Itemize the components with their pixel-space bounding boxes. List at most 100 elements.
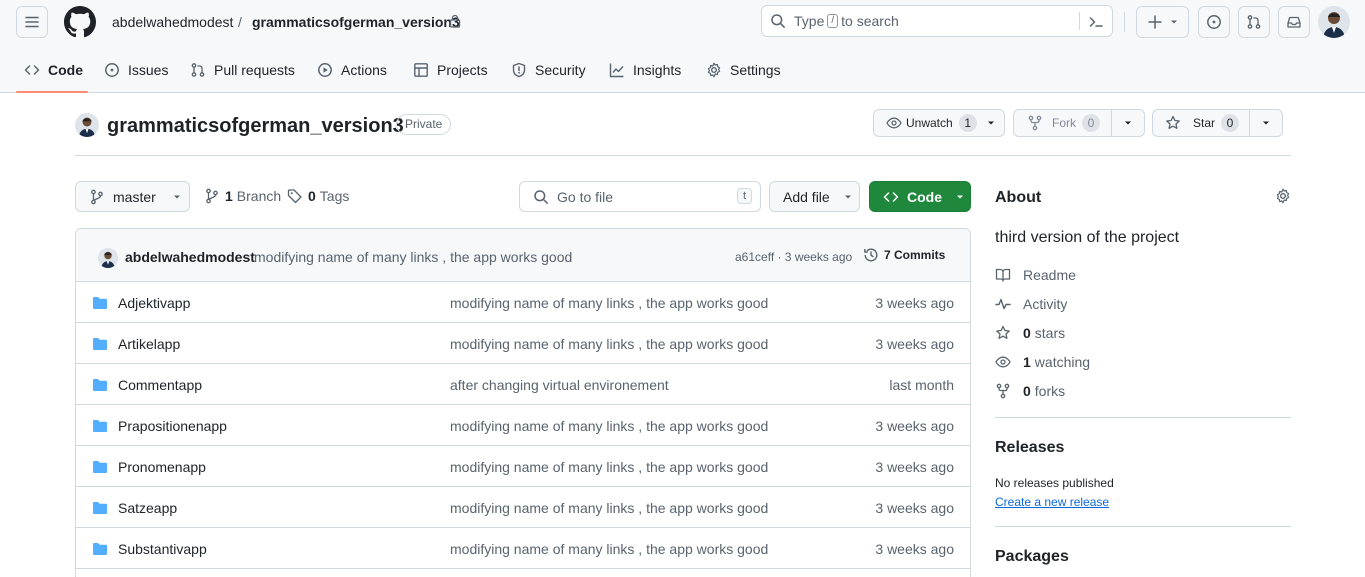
avatar[interactable] — [1318, 6, 1350, 38]
file-commit-date: 3 weeks ago — [875, 336, 954, 352]
fork-button[interactable]: Fork 0 — [1013, 109, 1145, 137]
branch-count-link[interactable]: 1 Branch — [205, 188, 281, 204]
branch-selector[interactable]: master — [75, 181, 190, 212]
commit-message[interactable]: modifying name of many links , the app w… — [254, 249, 572, 265]
go-to-file-input[interactable]: Go to file t — [519, 181, 761, 212]
tab-settings[interactable]: Settings — [706, 55, 781, 85]
breadcrumb-repo[interactable]: grammaticsofgerman_version3 — [252, 14, 460, 30]
shield-icon — [512, 62, 526, 78]
tab-actions[interactable]: Actions — [317, 55, 387, 85]
commit-hash-age[interactable]: a61ceff · 3 weeks ago — [735, 250, 852, 264]
lock-icon — [449, 14, 461, 28]
folder-icon — [93, 338, 107, 350]
repo-title[interactable]: grammaticsofgerman_version3 — [107, 115, 404, 137]
plus-icon — [1147, 15, 1162, 29]
tab-security-label: Security — [535, 62, 586, 78]
tab-issues[interactable]: Issues — [104, 55, 168, 85]
file-name[interactable]: Prapositionenapp — [118, 418, 227, 434]
file-list: abdelwahedmodest modifying name of many … — [75, 228, 971, 577]
code-button[interactable]: Code — [869, 181, 971, 212]
github-logo-icon[interactable] — [64, 6, 96, 38]
search-placeholder-suffix: to search — [841, 13, 899, 29]
search-input[interactable]: Type / to search — [761, 5, 1113, 37]
file-commit-message[interactable]: modifying name of many links , the app w… — [450, 295, 768, 311]
tab-pull-requests-label: Pull requests — [214, 62, 295, 78]
releases-heading[interactable]: Releases — [995, 439, 1064, 457]
tab-security[interactable]: Security — [511, 55, 586, 85]
watching-link[interactable]: 1 watching — [995, 354, 1090, 370]
inbox-button[interactable] — [1278, 6, 1310, 38]
unwatch-button[interactable]: Unwatch 1 — [873, 109, 1005, 137]
file-name[interactable]: Substantivapp — [118, 541, 207, 557]
breadcrumb-owner[interactable]: abdelwahedmodest — [112, 14, 233, 30]
commit-author-avatar[interactable] — [98, 248, 118, 268]
issues-button[interactable] — [1198, 6, 1230, 38]
no-releases-text: No releases published — [995, 476, 1114, 490]
tag-count-link[interactable]: 0 Tags — [287, 188, 349, 204]
forks-link[interactable]: 0 forks — [995, 383, 1065, 399]
search-shortcut-key: / — [827, 14, 839, 28]
file-name[interactable]: Artikelapp — [118, 336, 180, 352]
file-row[interactable]: Pronomenapp modifying name of many links… — [76, 446, 970, 487]
tab-projects[interactable]: Projects — [413, 55, 488, 85]
file-commit-date: 3 weeks ago — [875, 500, 954, 516]
branch-count: 1 — [225, 188, 233, 204]
latest-commit-bar: abdelwahedmodest modifying name of many … — [76, 229, 970, 282]
chevron-down-icon — [844, 195, 851, 198]
stars-count: 0 — [1023, 325, 1031, 341]
file-commit-message[interactable]: modifying name of many links , the app w… — [450, 336, 768, 352]
readme-label: Readme — [1023, 267, 1076, 283]
chevron-down-icon[interactable] — [1261, 118, 1271, 128]
add-file-label: Add file — [783, 188, 830, 205]
tag-count-label: Tags — [319, 188, 350, 204]
file-row[interactable]: Artikelapp modifying name of many links … — [76, 323, 970, 364]
command-palette-icon[interactable] — [1088, 14, 1104, 30]
chevron-down-icon — [1170, 20, 1177, 24]
chevron-down-icon — [987, 121, 994, 125]
file-name[interactable]: Satzeapp — [118, 500, 177, 516]
stars-link[interactable]: 0 stars — [995, 325, 1065, 341]
file-commit-message[interactable]: modifying name of many links , the app w… — [450, 459, 768, 475]
fork-counter: 0 — [1082, 114, 1100, 132]
file-name[interactable]: Adjektivapp — [118, 295, 190, 311]
tab-code[interactable]: Code — [24, 55, 83, 85]
commit-author[interactable]: abdelwahedmodest — [125, 249, 255, 265]
tab-insights[interactable]: Insights — [609, 55, 681, 85]
create-new-button[interactable] — [1136, 6, 1189, 38]
file-commit-message[interactable]: after changing virtual environement — [450, 377, 669, 393]
repo-owner-avatar[interactable] — [75, 113, 99, 137]
file-row[interactable]: Substantivapp modifying name of many lin… — [76, 528, 970, 569]
chevron-down-icon[interactable] — [1123, 118, 1133, 128]
create-release-link[interactable]: Create a new release — [995, 495, 1109, 509]
tab-pull-requests[interactable]: Pull requests — [190, 55, 295, 85]
file-commit-message[interactable]: modifying name of many links , the app w… — [450, 500, 768, 516]
file-row[interactable]: Adjektivapp modifying name of many links… — [76, 282, 970, 323]
gear-icon[interactable] — [1275, 188, 1291, 204]
file-row[interactable]: Commentapp after changing virtual enviro… — [76, 364, 970, 405]
file-row[interactable]: Prapositionenapp modifying name of many … — [76, 405, 970, 446]
tab-projects-label: Projects — [437, 62, 488, 78]
file-name[interactable]: Commentapp — [118, 377, 202, 393]
tab-actions-label: Actions — [341, 62, 387, 78]
add-file-button[interactable]: Add file — [769, 181, 860, 212]
header-divider — [1124, 12, 1125, 32]
file-name[interactable]: Pronomenapp — [118, 459, 206, 475]
menu-button[interactable] — [16, 6, 48, 38]
star-button[interactable]: Star 0 — [1152, 109, 1283, 137]
forks-count: 0 — [1023, 383, 1031, 399]
unwatch-label: Unwatch — [906, 116, 953, 130]
commits-link[interactable]: 7 Commits — [863, 247, 945, 263]
file-commit-message[interactable]: modifying name of many links , the app w… — [450, 418, 768, 434]
readme-link[interactable]: Readme — [995, 267, 1076, 283]
tag-icon — [287, 189, 302, 204]
file-row[interactable]: Satzeapp modifying name of many links , … — [76, 487, 970, 528]
activity-label: Activity — [1023, 296, 1068, 312]
packages-heading[interactable]: Packages — [995, 548, 1069, 566]
folder-icon — [93, 297, 107, 309]
history-icon — [864, 248, 878, 262]
activity-link[interactable]: Activity — [995, 296, 1067, 312]
pull-requests-button[interactable] — [1238, 6, 1270, 38]
search-icon — [771, 14, 785, 28]
file-commit-message[interactable]: modifying name of many links , the app w… — [450, 541, 768, 557]
tab-code-label: Code — [48, 62, 83, 78]
